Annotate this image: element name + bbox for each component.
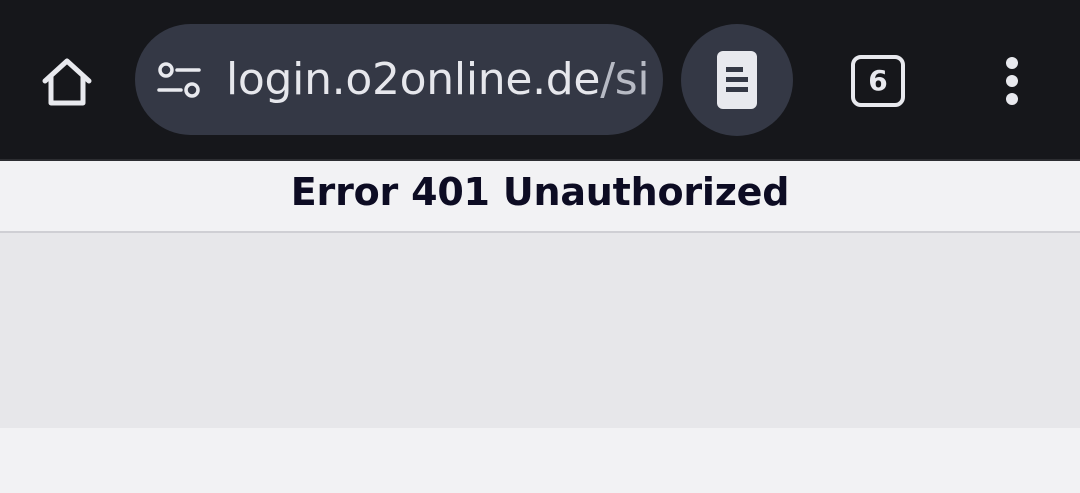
url-text[interactable]: login.o2online.de/sig (226, 24, 650, 135)
page-title: Error 401 Unauthorized (290, 170, 790, 214)
browser-toolbar: login.o2online.de/sig 6 (0, 0, 1080, 159)
reader-mode-icon (717, 51, 757, 109)
address-bar[interactable]: login.o2online.de/sig (135, 24, 663, 135)
reader-mode-button[interactable] (681, 24, 793, 136)
page-header: Error 401 Unauthorized (0, 161, 1080, 231)
tab-count: 6 (851, 55, 905, 107)
home-button[interactable] (32, 46, 102, 116)
more-vert-icon (1006, 57, 1018, 105)
site-settings-button[interactable] (157, 58, 201, 102)
url-host: login.o2online.de (226, 54, 601, 105)
tune-icon (157, 62, 201, 98)
content-area (0, 233, 1080, 428)
url-path: /sig (600, 54, 650, 105)
tab-switcher-button[interactable]: 6 (840, 46, 916, 116)
page-footer-area (0, 428, 1080, 493)
home-icon (42, 58, 92, 106)
more-menu-button[interactable] (984, 46, 1040, 116)
